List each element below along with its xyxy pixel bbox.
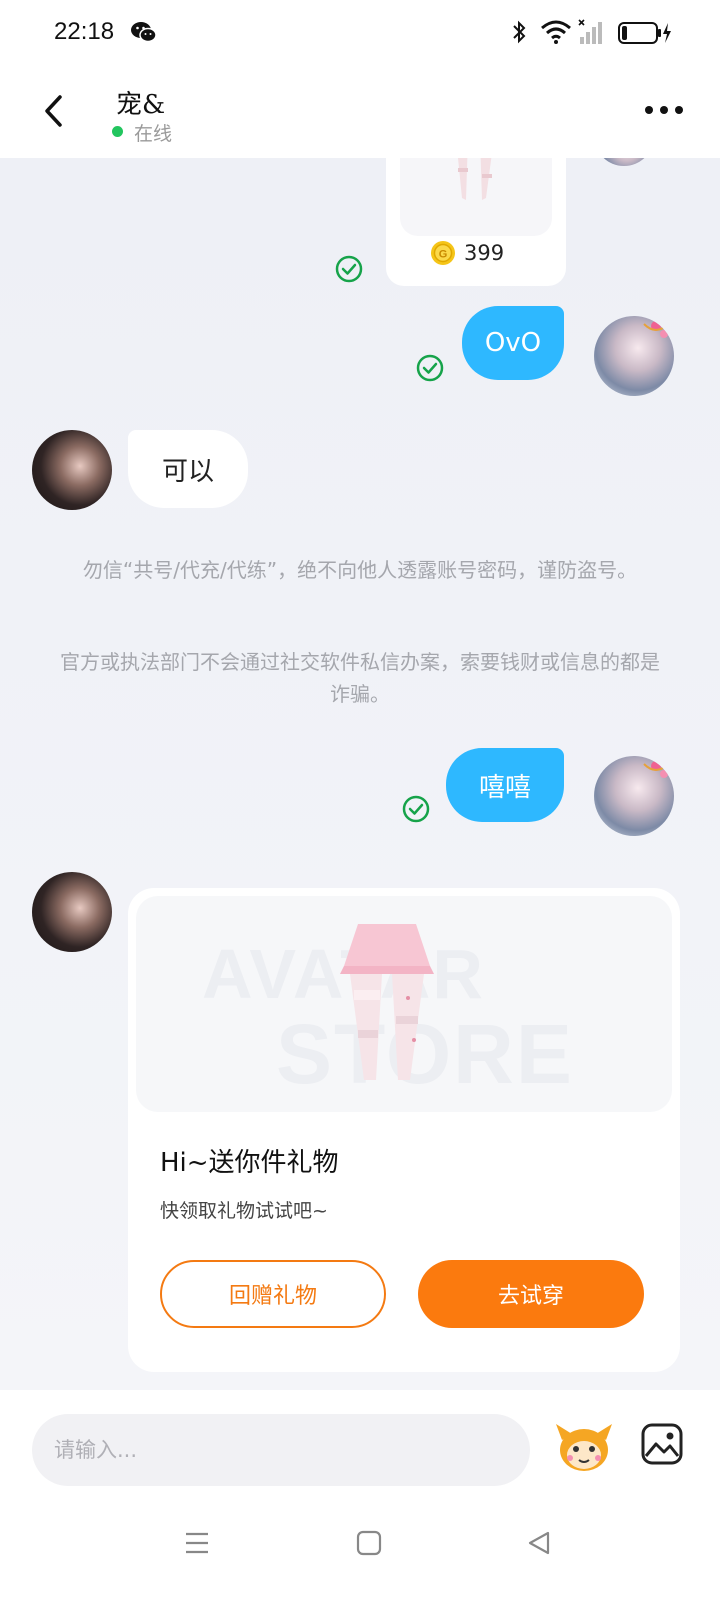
nav-back-icon[interactable]	[526, 1530, 552, 1556]
my-avatar[interactable]	[594, 316, 674, 396]
contact-message-bubble[interactable]: 可以	[128, 430, 248, 508]
contact-avatar[interactable]	[32, 430, 112, 510]
coin-icon: G	[431, 241, 455, 265]
gift-subtitle: 快领取礼物试试吧~	[160, 1200, 328, 1222]
contact-avatar[interactable]	[32, 872, 112, 952]
gift-item-image	[400, 158, 552, 236]
my-avatar[interactable]	[594, 756, 674, 836]
gift-title: Hi~送你件礼物	[160, 1148, 339, 1178]
status-bar: 22:18	[0, 0, 720, 64]
nav-menu-icon[interactable]	[184, 1530, 210, 1556]
battery-icon	[618, 22, 671, 44]
signal-icon	[578, 19, 602, 44]
chat-area[interactable]: G 399 OvO 可以 勿信“共号/代充/代练”，绝不向他人透露账号密码，谨防…	[0, 158, 720, 1390]
input-bar	[0, 1390, 720, 1490]
wifi-icon	[541, 20, 571, 44]
my-message-text: 嘻嘻	[478, 772, 531, 803]
sent-gift-card[interactable]: G 399	[386, 158, 566, 286]
system-nav-bar	[0, 1490, 720, 1600]
back-icon[interactable]	[40, 92, 70, 130]
gift-item-image: AVATAR STORE	[136, 896, 672, 1112]
my-message-bubble[interactable]: 嘻嘻	[446, 748, 564, 822]
read-check-icon	[416, 354, 444, 382]
nav-home-icon[interactable]	[356, 1530, 382, 1556]
online-status-text: 在线	[134, 123, 173, 145]
try-on-button[interactable]: 去试穿	[418, 1260, 644, 1328]
security-notice: 勿信“共号/代充/代练”，绝不向他人透露账号密码，谨防盗号。	[82, 558, 638, 582]
bluetooth-icon	[513, 20, 526, 44]
contact-name[interactable]: 宠&	[116, 84, 165, 121]
my-avatar-partial[interactable]	[594, 158, 654, 166]
return-gift-button[interactable]: 回赠礼物	[160, 1260, 386, 1328]
read-check-icon	[402, 795, 430, 823]
my-message-bubble[interactable]: OvO	[462, 306, 564, 380]
chat-header: 宠& 在线	[0, 64, 720, 158]
gift-price: 399	[464, 241, 505, 265]
status-time: 22:18	[54, 18, 115, 45]
my-message-text: OvO	[484, 328, 542, 358]
more-icon[interactable]	[644, 102, 684, 118]
contact-message-text: 可以	[161, 456, 214, 487]
image-icon[interactable]	[640, 1422, 684, 1466]
online-status-dot	[112, 126, 123, 137]
message-input[interactable]	[32, 1414, 530, 1486]
svg-text:G: G	[439, 249, 448, 261]
mascot-icon[interactable]	[554, 1418, 614, 1474]
gift-card[interactable]: AVATAR STORE Hi~送你件礼物 快领取礼物试试吧~ 回赠礼物 去试穿	[128, 888, 680, 1372]
fraud-notice: 官方或执法部门不会通过社交软件私信办案，索要钱财或信息的都是诈骗。	[60, 650, 660, 706]
wechat-icon	[131, 22, 157, 43]
read-check-icon	[335, 255, 363, 283]
